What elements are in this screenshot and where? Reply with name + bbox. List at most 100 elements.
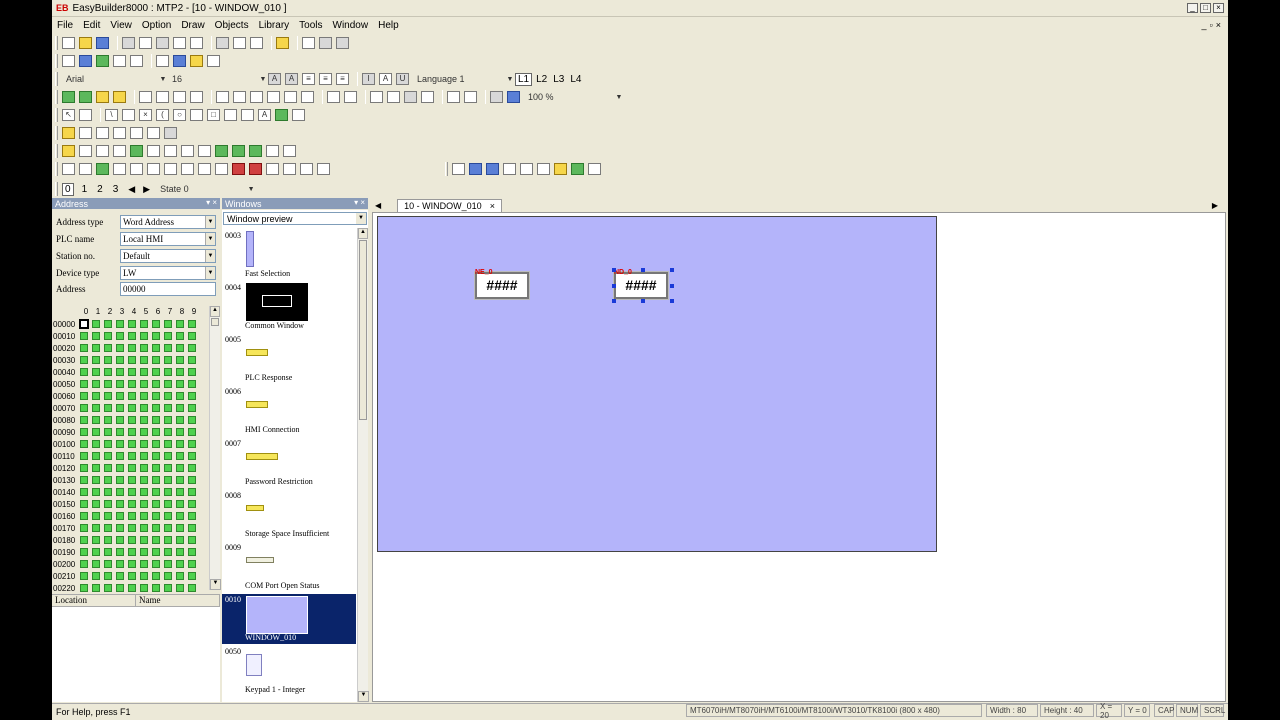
- address-cell[interactable]: [104, 536, 112, 544]
- meter-icon[interactable]: [232, 145, 245, 157]
- edit-object-icon[interactable]: [537, 163, 550, 175]
- address-cell[interactable]: [80, 476, 88, 484]
- address-cell[interactable]: [104, 476, 112, 484]
- address-cell[interactable]: [104, 452, 112, 460]
- macro-icon[interactable]: [283, 163, 296, 175]
- address-cell[interactable]: [140, 452, 148, 460]
- address-cell[interactable]: [188, 392, 196, 400]
- address-cell[interactable]: [92, 344, 100, 352]
- font-select[interactable]: Arial ▼: [62, 72, 168, 86]
- state-tab-0[interactable]: 0: [62, 182, 74, 196]
- grid-icon[interactable]: [319, 37, 332, 49]
- address-cell[interactable]: [176, 344, 184, 352]
- address-cell[interactable]: [80, 548, 88, 556]
- device-icon[interactable]: [588, 163, 601, 175]
- address-cell[interactable]: [140, 548, 148, 556]
- address-cell[interactable]: [176, 476, 184, 484]
- address-cell[interactable]: [116, 512, 124, 520]
- cut-icon[interactable]: [122, 37, 135, 49]
- redo-icon[interactable]: [190, 37, 203, 49]
- bring-front-icon[interactable]: [96, 91, 109, 103]
- snap-icon[interactable]: [336, 37, 349, 49]
- same-height-icon[interactable]: [250, 91, 263, 103]
- address-cell[interactable]: [80, 332, 88, 340]
- address-cell[interactable]: [104, 584, 112, 592]
- address-cell[interactable]: [176, 428, 184, 436]
- menu-draw[interactable]: Draw: [176, 20, 209, 31]
- address-cell[interactable]: [176, 536, 184, 544]
- polygon-icon[interactable]: [224, 109, 237, 121]
- window-icon[interactable]: [469, 163, 482, 175]
- recipe-icon[interactable]: [266, 163, 279, 175]
- numeric-input-object[interactable]: NE_0 ####: [474, 269, 530, 300]
- space-h-icon[interactable]: [284, 91, 297, 103]
- address-cell[interactable]: [140, 524, 148, 532]
- address-cell[interactable]: [176, 440, 184, 448]
- address-cell[interactable]: [104, 320, 112, 328]
- address-cell[interactable]: [128, 368, 136, 376]
- address-cell[interactable]: [176, 368, 184, 376]
- space-v-icon[interactable]: [301, 91, 314, 103]
- address-cell[interactable]: [104, 440, 112, 448]
- record-icon[interactable]: [249, 163, 262, 175]
- address-cell[interactable]: [140, 464, 148, 472]
- address-cell[interactable]: [92, 488, 100, 496]
- next-state-icon[interactable]: ▶: [143, 184, 150, 195]
- address-cell[interactable]: [164, 488, 172, 496]
- address-cell[interactable]: [80, 500, 88, 508]
- address-cell[interactable]: [140, 500, 148, 508]
- circle-icon[interactable]: ○: [173, 109, 186, 121]
- address-cell[interactable]: [176, 548, 184, 556]
- set-word-icon[interactable]: [113, 127, 126, 139]
- address-cell[interactable]: [116, 584, 124, 592]
- address-cell[interactable]: [79, 319, 89, 329]
- resize-handle[interactable]: [670, 268, 674, 272]
- address-cell[interactable]: [104, 344, 112, 352]
- menu-edit[interactable]: Edit: [78, 20, 105, 31]
- ungroup-icon[interactable]: [79, 91, 92, 103]
- address-cell[interactable]: [116, 464, 124, 472]
- paste-icon[interactable]: [156, 37, 169, 49]
- tab-window-010[interactable]: 10 - WINDOW_010 ×: [397, 198, 502, 212]
- underline-icon[interactable]: U: [396, 73, 409, 85]
- function-key-icon[interactable]: [130, 127, 143, 139]
- ascii-input-icon[interactable]: [147, 145, 160, 157]
- numeric-input-icon[interactable]: [113, 145, 126, 157]
- library-icon[interactable]: [190, 55, 203, 67]
- address-cell[interactable]: [188, 320, 196, 328]
- address-cell[interactable]: [140, 440, 148, 448]
- address-cell[interactable]: [104, 488, 112, 496]
- address-cell[interactable]: [104, 404, 112, 412]
- address-cell[interactable]: [128, 356, 136, 364]
- address-cell[interactable]: [188, 428, 196, 436]
- address-cell[interactable]: [152, 380, 160, 388]
- address-cell[interactable]: [176, 560, 184, 568]
- address-cell[interactable]: [152, 548, 160, 556]
- address-cell[interactable]: [104, 380, 112, 388]
- animation-icon[interactable]: [198, 145, 211, 157]
- address-cell[interactable]: [140, 584, 148, 592]
- plc-name-select[interactable]: Local HMI ▼: [120, 231, 216, 246]
- address-cell[interactable]: [128, 392, 136, 400]
- address-cell[interactable]: [140, 392, 148, 400]
- address-cell[interactable]: [164, 560, 172, 568]
- distribute-icon[interactable]: [216, 91, 229, 103]
- address-cell[interactable]: [152, 512, 160, 520]
- help-icon[interactable]: [233, 37, 246, 49]
- window-item-0003[interactable]: 0003 Fast Selection: [222, 230, 356, 280]
- address-cell[interactable]: [92, 392, 100, 400]
- window-item-0007[interactable]: 0007 Password Restriction: [222, 438, 356, 488]
- address-cell[interactable]: [80, 560, 88, 568]
- address-cell[interactable]: [176, 416, 184, 424]
- address-field[interactable]: 00000: [120, 281, 216, 296]
- address-cell[interactable]: [164, 536, 172, 544]
- address-cell[interactable]: [164, 368, 172, 376]
- address-cell[interactable]: [80, 572, 88, 580]
- stop-icon[interactable]: [232, 163, 245, 175]
- address-cell[interactable]: [116, 356, 124, 364]
- align-center-icon[interactable]: ≡: [319, 73, 332, 85]
- history-icon[interactable]: [266, 145, 279, 157]
- address-cell[interactable]: [80, 524, 88, 532]
- address-cell[interactable]: [128, 416, 136, 424]
- address-cell[interactable]: [188, 512, 196, 520]
